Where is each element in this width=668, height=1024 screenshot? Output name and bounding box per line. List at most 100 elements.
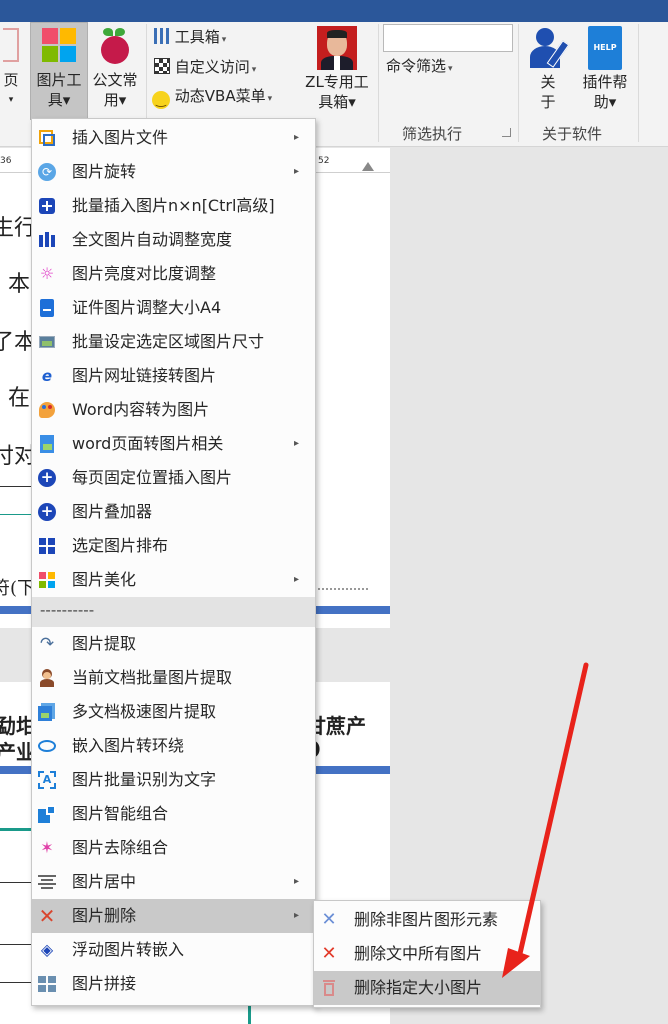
ie-link-icon: e (41, 367, 53, 385)
smiley-icon: ‿ (152, 91, 170, 109)
menu-item[interactable]: ✕ 图片删除 ▸ (32, 899, 315, 933)
menu-item-label: 嵌入图片转环绕 (72, 736, 185, 755)
menu-item[interactable]: 图片美化 ▸ (32, 563, 315, 597)
rotate-icon: ⟳ (38, 163, 56, 181)
avatar (317, 26, 357, 70)
menu-item-label: 图片提取 (72, 634, 137, 653)
menu-item[interactable]: word页面转图片相关 ▸ (32, 427, 315, 461)
menu-item-label: 图片拼接 (72, 974, 137, 993)
ellipse-icon (38, 737, 56, 755)
menu-item[interactable]: ⟳ 图片旋转 ▸ (32, 155, 315, 189)
command-filter-dropdown[interactable]: 命令筛选 ▾ (386, 55, 453, 80)
menu-item-label: 批量插入图片n×n[Ctrl高级] (72, 196, 275, 215)
doc-common-button[interactable]: 公文常 用▾ (88, 28, 142, 110)
trash-icon (320, 979, 338, 997)
toolbox-icon (154, 28, 170, 44)
menu-item-label: 图片智能组合 (72, 804, 169, 823)
submenu-arrow-icon: ▸ (294, 166, 300, 177)
ribbon-separator-4 (638, 24, 639, 142)
submenu-item[interactable]: ✕ 删除非图片图形元素 (314, 903, 540, 937)
about-label-2: 于 (540, 93, 556, 111)
doc-rule-teal-2 (0, 828, 32, 831)
menu-item[interactable]: e 图片网址链接转图片 (32, 359, 315, 393)
submenu-arrow-icon: ▸ (294, 574, 300, 585)
menu-item[interactable]: ◈ 浮动图片转嵌入 (32, 933, 315, 967)
plugin-help-label: 插件帮 (582, 73, 628, 91)
menu-item[interactable]: 证件图片调整大小A4 (32, 291, 315, 325)
ruler-left-num: 36 (0, 156, 12, 166)
multi-doc-icon (38, 703, 56, 721)
doc-rule-3 (0, 944, 32, 945)
menu-item[interactable]: ✶ 图片去除组合 (32, 831, 315, 865)
submenu-arrow-icon: ▸ (294, 132, 300, 143)
delete-red-icon: ✕ (321, 943, 337, 964)
vba-menu-label: 动态VBA菜单 (174, 87, 266, 105)
doc-common-label-2: 用▾ (103, 91, 127, 109)
command-filter-label: 命令筛选 (386, 57, 447, 75)
page-icon (3, 28, 19, 62)
checker-icon (154, 58, 170, 74)
menu-item[interactable]: 批量设定选定区域图片尺寸 (32, 325, 315, 359)
menu-item[interactable]: ↷ 图片提取 (32, 627, 315, 661)
menu-item-label: 图片删除 (72, 906, 137, 925)
custom-access-label: 自定义访问 (174, 58, 250, 76)
image-tools-menu: 插入图片文件 ▸ ⟳ 图片旋转 ▸ 批量插入图片n×n[Ctrl高级] 全文图片自动调整宽度… (31, 118, 316, 1006)
menu-item-label: 多文档极速图片提取 (72, 702, 217, 721)
menu-item[interactable]: + 每页固定位置插入图片 (32, 461, 315, 495)
submenu-arrow-icon: ▸ (294, 910, 300, 921)
menu-item-label: 图片旋转 (72, 162, 137, 181)
ocr-icon: A (38, 771, 56, 789)
extract-arrow-icon: ↷ (39, 634, 55, 654)
submenu-arrow-icon: ▸ (294, 876, 300, 887)
align-center-icon (38, 873, 56, 891)
command-filter-input[interactable] (383, 24, 513, 52)
id-card-icon (38, 299, 56, 317)
ruler-right-num: 52 (318, 156, 330, 166)
plugin-help-button[interactable]: HELP 插件帮 助▾ (574, 26, 636, 112)
menu-item[interactable]: + 图片叠加器 (32, 495, 315, 529)
submenu-arrow-icon: ▸ (294, 438, 300, 449)
menu-item[interactable]: 插入图片文件 ▸ (32, 121, 315, 155)
doc-rule-teal (0, 514, 32, 515)
insert-image-file-icon (38, 129, 56, 147)
menu-item[interactable]: A 图片批量识别为文字 (32, 763, 315, 797)
brightness-icon: ☼ (39, 264, 55, 283)
submenu-item[interactable]: 删除指定大小图片 (314, 971, 540, 1005)
menu-item[interactable]: 图片拼接 (32, 967, 315, 1001)
ruler-indent-marker[interactable] (362, 162, 374, 171)
menu-item[interactable]: 图片智能组合 (32, 797, 315, 831)
menu-item[interactable]: Word内容转为图片 (32, 393, 315, 427)
submenu-item-label: 删除文中所有图片 (354, 944, 483, 963)
menu-item[interactable]: 嵌入图片转环绕 (32, 729, 315, 763)
doc-fragment-6: 符(下 (0, 578, 36, 599)
menu-item[interactable]: 多文档极速图片提取 (32, 695, 315, 729)
menu-item[interactable]: 批量插入图片n×n[Ctrl高级] (32, 189, 315, 223)
doc-common-label: 公文常 (92, 71, 138, 89)
menu-item[interactable]: 选定图片排布 (32, 529, 315, 563)
menu-item-label: 当前文档批量图片提取 (72, 668, 233, 687)
about-button[interactable]: 关 于 (526, 26, 570, 112)
command-filter-caret: ▾ (448, 64, 453, 74)
toolbox-caret: ▾ (221, 35, 227, 45)
page-button[interactable]: 页 ▾ (0, 28, 24, 110)
custom-access-button[interactable]: 自定义访问 ▾ (154, 56, 256, 81)
menu-item[interactable]: 当前文档批量图片提取 (32, 661, 315, 695)
submenu-item[interactable]: ✕ 删除文中所有图片 (314, 937, 540, 971)
doc-fragment-2: 本 (8, 272, 31, 297)
menu-item-label: 插入图片文件 (72, 128, 169, 147)
menu-item[interactable]: 图片居中 ▸ (32, 865, 315, 899)
toolbox-button[interactable]: 工具箱 ▾ (154, 26, 226, 51)
vba-menu-button[interactable]: ‿ 动态VBA菜单 ▾ (152, 85, 272, 110)
group-label-filter-exec: 筛选执行 (402, 125, 463, 143)
menu-item[interactable]: ☼ 图片亮度对比度调整 (32, 257, 315, 291)
beautify-icon (38, 571, 56, 589)
resize-image-icon (38, 333, 56, 351)
group-launcher-filter[interactable] (502, 128, 511, 137)
zl-toolbox-button[interactable]: ZL专用工 具箱▾ (296, 26, 378, 112)
menu-item[interactable]: 全文图片自动调整宽度 (32, 223, 315, 257)
grid-insert-icon (38, 197, 56, 215)
submenu-item-label: 删除指定大小图片 (354, 978, 483, 997)
ribbon-separator-3 (518, 24, 519, 142)
doc-fragment-4: 在 (8, 386, 31, 411)
palette-icon (38, 401, 56, 419)
